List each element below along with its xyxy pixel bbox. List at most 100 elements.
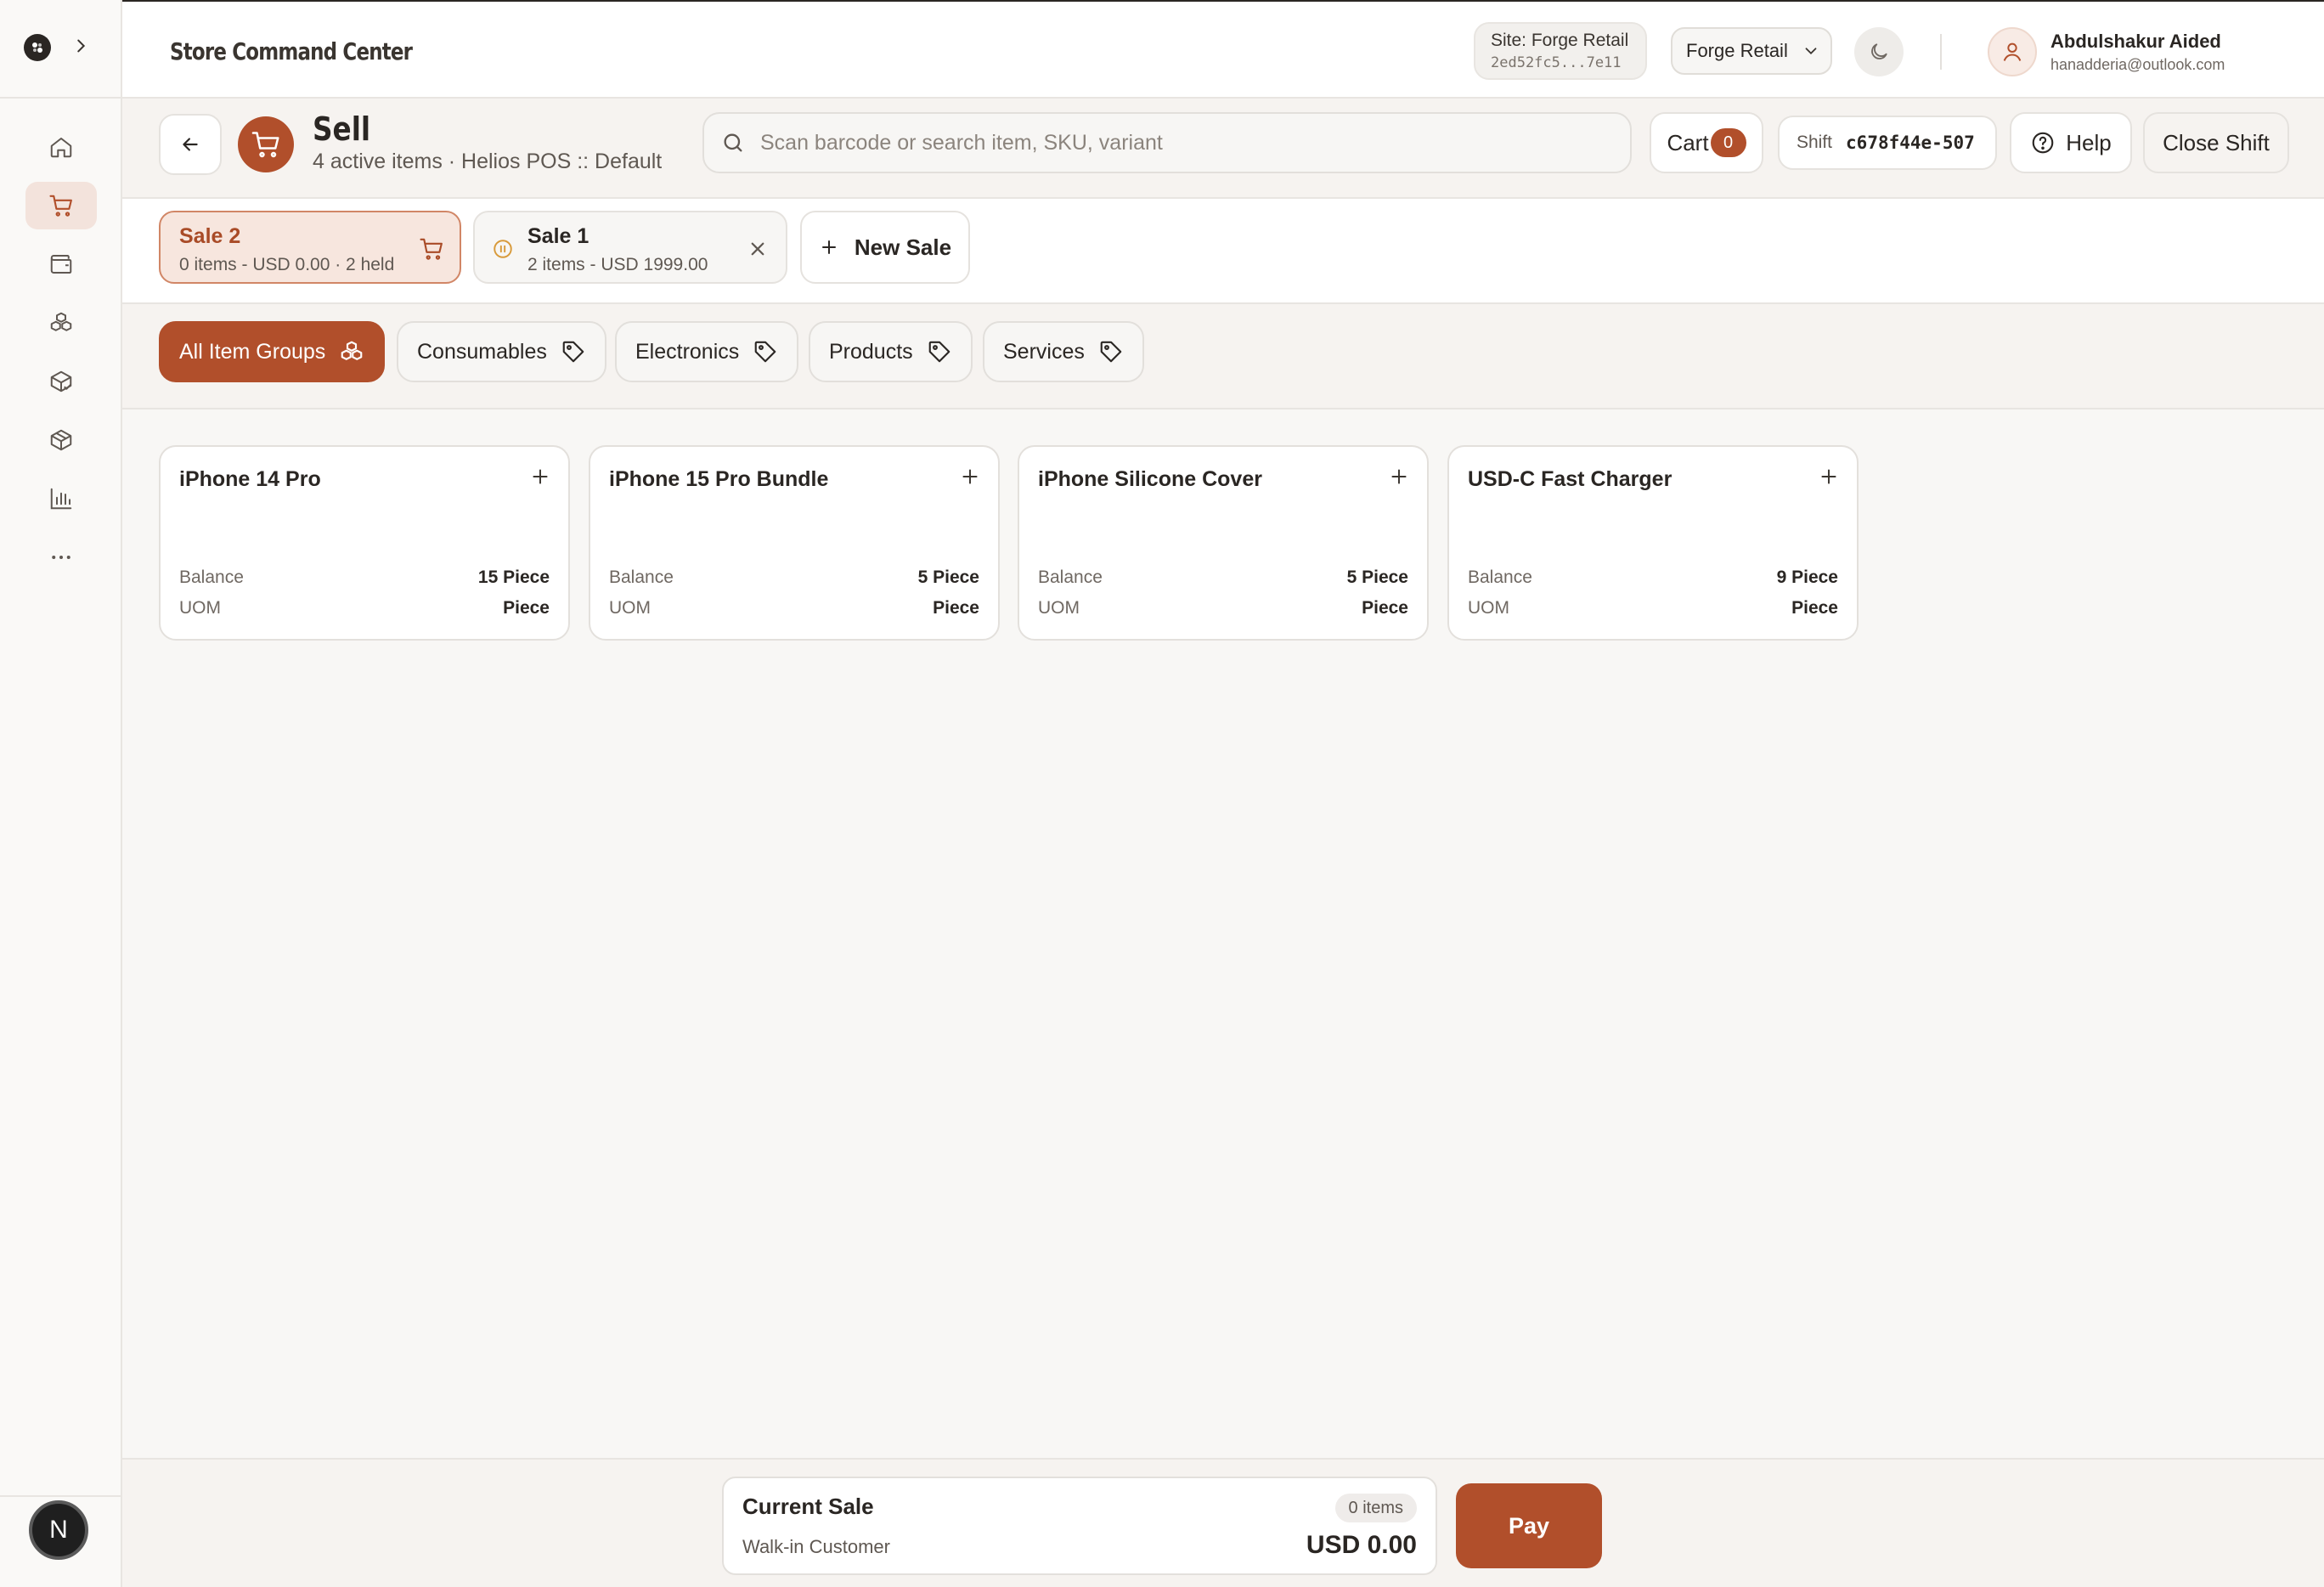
current-sale-items-badge: 0 items	[1334, 1494, 1417, 1522]
close-shift-button[interactable]: Close Shift	[2143, 112, 2289, 173]
sidebar-item-sell[interactable]	[25, 182, 97, 229]
sidebar-item-more[interactable]	[25, 534, 97, 581]
user-icon	[2003, 42, 2022, 61]
add-item-plus-icon[interactable]	[959, 466, 981, 492]
item-uom-row: UOM Piece	[1468, 598, 1838, 618]
filter-chip-label: Electronics	[635, 339, 740, 364]
sidebar-item-stock[interactable]	[25, 358, 97, 405]
uom-value: Piece	[503, 598, 550, 618]
app-logo-icon[interactable]	[24, 34, 51, 61]
item-name: iPhone 15 Pro Bundle	[609, 467, 829, 491]
uom-label: UOM	[609, 598, 651, 618]
item-card[interactable]: iPhone Silicone Cover Balance 5 Piece UOM…	[1018, 445, 1429, 641]
plus-icon	[821, 240, 836, 254]
shift-id: c678f44e-507	[1846, 133, 1975, 153]
filter-chip-all-item-groups[interactable]: All Item Groups	[159, 321, 386, 382]
item-card[interactable]: iPhone 15 Pro Bundle Balance 5 Piece UOM P…	[589, 445, 1000, 641]
filter-chip-electronics[interactable]: Electronics	[615, 321, 799, 382]
chevron-down-icon	[1805, 48, 1817, 55]
item-balance-row: Balance 5 Piece	[1038, 568, 1408, 588]
cart-button-label: Cart	[1667, 129, 1709, 155]
item-balance-row: Balance 5 Piece	[609, 568, 979, 588]
site-label: Site: Forge Retail	[1491, 31, 1629, 50]
item-name: USD-C Fast Charger	[1468, 467, 1672, 491]
pay-button[interactable]: Pay	[1456, 1483, 1602, 1568]
sidebar-bottom-divider	[0, 1495, 122, 1497]
sale-tab-summary: 0 items - USD 0.00 · 2 held	[179, 255, 395, 274]
boxes-icon	[341, 341, 363, 360]
add-item-plus-icon[interactable]	[1388, 466, 1410, 492]
tag-icon	[562, 341, 584, 363]
item-group-filters: All Item Groups Consumables Electronics …	[122, 304, 2324, 409]
theme-toggle-button[interactable]	[1854, 27, 1904, 76]
filter-chip-services[interactable]: Services	[983, 321, 1144, 382]
help-circle-icon	[2032, 132, 2054, 154]
current-sale-summary[interactable]: Current Sale Walk-in Customer 0 items US…	[722, 1477, 1437, 1575]
sale-tab-title: Sale 2	[179, 224, 241, 248]
new-sale-button[interactable]: New Sale	[800, 211, 970, 284]
filter-chip-label: All Item Groups	[179, 339, 326, 364]
site-chip: Site: Forge Retail 2ed52fc5...7e11	[1474, 22, 1647, 80]
help-button[interactable]: Help	[2010, 112, 2132, 173]
sidebar: N	[0, 0, 122, 1587]
cart-icon	[251, 132, 279, 158]
bar-chart-icon	[50, 488, 72, 510]
balance-label: Balance	[1468, 568, 1532, 587]
sidebar-nav	[25, 123, 97, 581]
filter-chip-consumables[interactable]: Consumables	[397, 321, 606, 382]
user-menu[interactable]: Abdulshakur Aided hanadderia@outlook.com	[1988, 27, 2225, 76]
sell-badge	[238, 116, 294, 172]
tag-icon	[928, 341, 950, 363]
expand-sidebar-chevron-icon[interactable]	[71, 37, 90, 59]
organization-select[interactable]: Forge Retail	[1671, 27, 1832, 75]
item-grid: iPhone 14 Pro Balance 15 Piece UOM Piece i…	[122, 409, 2324, 1460]
item-name: iPhone Silicone Cover	[1038, 467, 1262, 491]
organization-select-value: Forge Retail	[1686, 40, 1788, 61]
workspace-avatar[interactable]: N	[29, 1500, 88, 1560]
item-card[interactable]: iPhone 14 Pro Balance 15 Piece UOM Piece	[159, 445, 570, 641]
add-item-plus-icon[interactable]	[529, 466, 551, 492]
uom-value: Piece	[1362, 598, 1408, 618]
balance-label: Balance	[1038, 568, 1103, 587]
add-item-plus-icon[interactable]	[1818, 466, 1840, 492]
back-button[interactable]	[159, 114, 222, 175]
cart-icon	[49, 195, 72, 217]
item-name: iPhone 14 Pro	[179, 467, 321, 491]
filter-chip-label: Consumables	[417, 339, 547, 364]
sidebar-item-products[interactable]	[25, 416, 97, 464]
close-icon[interactable]	[745, 236, 770, 266]
uom-label: UOM	[1468, 598, 1509, 618]
held-pause-icon	[492, 238, 514, 264]
new-sale-label: New Sale	[854, 234, 952, 260]
user-email: hanadderia@outlook.com	[2050, 55, 2225, 73]
cart-button[interactable]: Cart 0	[1650, 112, 1763, 173]
item-uom-row: UOM Piece	[179, 598, 550, 618]
uom-label: UOM	[179, 598, 221, 618]
user-avatar	[1988, 27, 2037, 76]
sidebar-item-item-groups[interactable]	[25, 299, 97, 347]
shift-label: Shift	[1797, 133, 1833, 152]
sidebar-item-home[interactable]	[25, 123, 97, 171]
home-icon	[50, 138, 72, 158]
tag-icon	[1100, 341, 1122, 363]
sale-tabs: Sale 2 0 items - USD 0.00 · 2 held Sale …	[122, 199, 2324, 304]
sale-tab-summary: 2 items - USD 1999.00	[527, 255, 708, 274]
uom-label: UOM	[1038, 598, 1080, 618]
filter-chip-label: Services	[1003, 339, 1085, 364]
current-sale-title: Current Sale	[742, 1494, 874, 1519]
filter-chip-products[interactable]: Products	[809, 321, 973, 382]
sale-tab-sale-2[interactable]: Sale 2 0 items - USD 0.00 · 2 held	[159, 211, 461, 284]
page-title: Sell	[313, 110, 371, 148]
uom-value: Piece	[933, 598, 979, 618]
help-button-label: Help	[2066, 129, 2112, 155]
item-card[interactable]: USD-C Fast Charger Balance 9 Piece UOM Pie…	[1447, 445, 1859, 641]
sale-tab-sale-1[interactable]: Sale 1 2 items - USD 1999.00	[473, 211, 787, 284]
tag-icon	[754, 341, 776, 363]
uom-value: Piece	[1791, 598, 1838, 618]
site-id: 2ed52fc5...7e11	[1491, 54, 1622, 71]
sidebar-item-wallet[interactable]	[25, 240, 97, 288]
cart-icon	[419, 236, 444, 266]
sidebar-item-reports[interactable]	[25, 475, 97, 522]
package-check-icon	[50, 370, 72, 393]
search-input[interactable]	[760, 130, 1610, 155]
